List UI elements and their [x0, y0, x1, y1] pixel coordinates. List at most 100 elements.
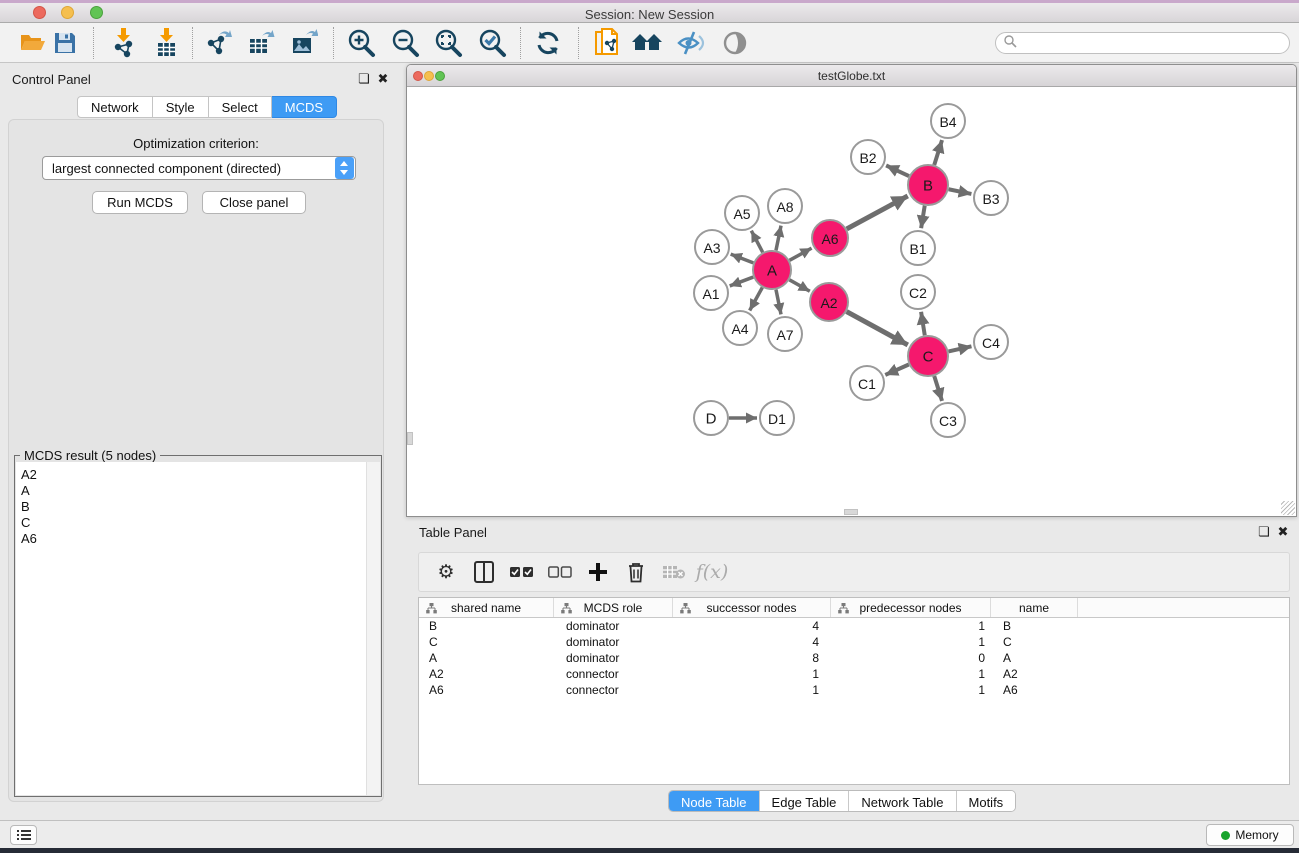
tab-network-table[interactable]: Network Table [848, 791, 955, 812]
table-float-panel-icon[interactable]: ❏ [1256, 524, 1272, 540]
graph-edge-A-A1[interactable] [730, 277, 754, 286]
table-cell[interactable]: dominator [554, 618, 673, 634]
task-history-button[interactable] [10, 825, 37, 845]
memory-button[interactable]: Memory [1206, 824, 1294, 846]
columns-icon[interactable] [465, 557, 503, 587]
graph-edge-A-A7[interactable] [776, 290, 781, 315]
graph-edge-B-B4[interactable] [934, 140, 942, 165]
zoom-fit-icon[interactable] [431, 28, 465, 58]
tab-mcds[interactable]: MCDS [272, 96, 337, 118]
tab-network[interactable]: Network [77, 96, 153, 118]
table-cell[interactable]: A [991, 650, 1078, 666]
save-session-icon[interactable] [48, 28, 82, 58]
zoom-out-icon[interactable] [388, 28, 422, 58]
export-image-icon[interactable] [287, 28, 321, 58]
tab-node-table[interactable]: Node Table [669, 791, 759, 812]
zoom-in-icon[interactable] [344, 28, 378, 58]
run-mcds-button[interactable]: Run MCDS [92, 191, 188, 214]
table-cell[interactable]: 8 [673, 650, 831, 666]
table-cell[interactable]: dominator [554, 650, 673, 666]
result-list-item[interactable]: A6 [21, 531, 366, 547]
graph-edge-A-A8[interactable] [776, 226, 781, 251]
close-panel-button[interactable]: Close panel [202, 191, 306, 214]
table-row[interactable]: Bdominator41B [419, 618, 1289, 634]
table-cell[interactable]: B [991, 618, 1078, 634]
zoom-selected-icon[interactable] [475, 28, 509, 58]
settings-gear-icon[interactable]: ⚙ [427, 557, 465, 587]
graph-edge-A-A6[interactable] [790, 248, 812, 260]
table-cell[interactable]: B [419, 618, 554, 634]
table-cell[interactable]: 1 [673, 666, 831, 682]
column-header-predecessor-nodes[interactable]: predecessor nodes [831, 598, 991, 617]
delete-table-icon[interactable] [655, 557, 693, 587]
graph-edge-A-A2[interactable] [789, 280, 809, 291]
import-network-icon[interactable] [106, 28, 140, 58]
network-canvas[interactable]: AA1A2A3A4A5A6A7A8BB1B2B3B4CC1C2C3C4DD1 [407, 87, 1296, 516]
network-graph[interactable]: AA1A2A3A4A5A6A7A8BB1B2B3B4CC1C2C3C4DD1 [407, 87, 1296, 516]
result-list-item[interactable]: B [21, 499, 366, 515]
tab-motifs[interactable]: Motifs [956, 791, 1016, 812]
graph-edge-A-A5[interactable] [751, 231, 762, 253]
dropdown-stepper-icon[interactable] [335, 157, 354, 179]
search-input[interactable] [1017, 34, 1289, 52]
search-box[interactable] [995, 32, 1290, 54]
column-header-successor-nodes[interactable]: successor nodes [673, 598, 831, 617]
table-row[interactable]: A2connector11A2 [419, 666, 1289, 682]
tab-select[interactable]: Select [209, 96, 272, 118]
table-cell[interactable]: A6 [419, 682, 554, 698]
table-cell[interactable]: connector [554, 682, 673, 698]
tab-style[interactable]: Style [153, 96, 209, 118]
graph-edge-A2-C[interactable] [847, 312, 908, 345]
import-table-icon[interactable] [149, 28, 183, 58]
result-list-item[interactable]: C [21, 515, 366, 531]
table-row[interactable]: A6connector11A6 [419, 682, 1289, 698]
table-row[interactable]: Adominator80A [419, 650, 1289, 666]
table-cell[interactable]: 1 [831, 618, 991, 634]
criterion-dropdown[interactable]: largest connected component (directed) [42, 156, 356, 180]
graph-edge-C-C1[interactable] [885, 364, 909, 374]
tab-edge-table[interactable]: Edge Table [759, 791, 849, 812]
graph-edge-B-B2[interactable] [886, 165, 909, 176]
table-cell[interactable]: 4 [673, 618, 831, 634]
show-eye-icon[interactable] [718, 28, 752, 58]
window-resize-grip[interactable] [1281, 501, 1295, 515]
result-list-item[interactable]: A2 [21, 467, 366, 483]
graph-edge-C-C3[interactable] [934, 376, 942, 401]
float-panel-icon[interactable]: ❏ [356, 71, 372, 87]
result-list-scrollbar[interactable] [366, 462, 380, 795]
refresh-layout-icon[interactable] [531, 28, 565, 58]
table-row[interactable]: Cdominator41C [419, 634, 1289, 650]
table-cell[interactable]: 0 [831, 650, 991, 666]
table-cell[interactable]: 4 [673, 634, 831, 650]
table-cell[interactable]: connector [554, 666, 673, 682]
table-cell[interactable]: A2 [991, 666, 1078, 682]
table-cell[interactable]: A2 [419, 666, 554, 682]
graph-edge-A-A3[interactable] [731, 254, 754, 263]
graph-edge-B-B3[interactable] [949, 189, 972, 194]
table-cell[interactable]: A [419, 650, 554, 666]
graph-edge-B-B1[interactable] [921, 206, 925, 229]
table-cell[interactable]: A6 [991, 682, 1078, 698]
table-close-panel-icon[interactable]: ✖ [1275, 524, 1291, 540]
function-builder-icon[interactable]: f(x) [693, 557, 731, 587]
deselect-checkboxes-icon[interactable] [541, 557, 579, 587]
table-cell[interactable]: dominator [554, 634, 673, 650]
close-panel-icon[interactable]: ✖ [375, 71, 391, 87]
column-header-shared-name[interactable]: shared name [419, 598, 554, 617]
graph-edge-A6-B[interactable] [847, 196, 908, 229]
column-header-mcds-role[interactable]: MCDS role [554, 598, 673, 617]
hide-panel-eye-slash-icon[interactable] [673, 28, 707, 58]
delete-row-trash-icon[interactable] [617, 557, 655, 587]
column-header-name[interactable]: name [991, 598, 1078, 617]
add-row-plus-icon[interactable] [579, 557, 617, 587]
export-table-icon[interactable] [244, 28, 278, 58]
table-cell[interactable]: 1 [673, 682, 831, 698]
graph-edge-A-A4[interactable] [750, 288, 763, 311]
clone-network-icon[interactable] [590, 28, 624, 58]
graph-edge-C-C2[interactable] [921, 312, 925, 335]
canvas-vertical-scroll-thumb[interactable] [407, 432, 413, 445]
export-network-icon[interactable] [202, 28, 236, 58]
table-cell[interactable]: C [991, 634, 1078, 650]
table-cell[interactable]: 1 [831, 682, 991, 698]
table-cell[interactable]: C [419, 634, 554, 650]
